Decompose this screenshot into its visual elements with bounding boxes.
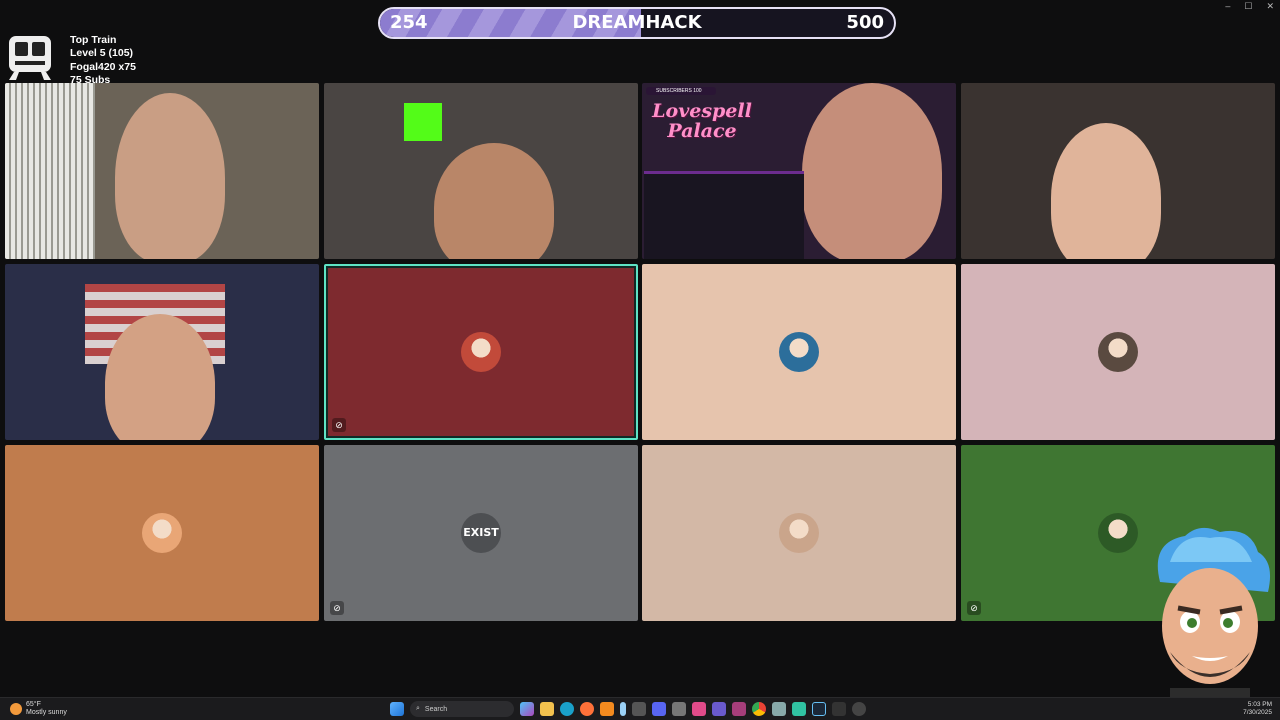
discord-icon[interactable] <box>652 702 666 716</box>
person-silhouette <box>434 143 554 259</box>
camera-feed: SUBSCRIBERS 100 Lovespell Palace <box>642 83 956 259</box>
participant-camera-tile[interactable] <box>961 83 1275 259</box>
firefox-icon[interactable] <box>580 702 594 716</box>
participant-avatar <box>142 513 182 553</box>
window-controls: – ☐ ✕ <box>1225 0 1274 12</box>
weather-temp: 65°F <box>26 701 41 708</box>
participant-avatar-tile[interactable]: ⊘ <box>324 264 638 440</box>
stream-brand-logo: Lovespell Palace <box>650 101 754 141</box>
brand-line-1: Lovespell <box>652 100 752 122</box>
participant-camera-tile[interactable]: SUBSCRIBERS 100 Lovespell Palace <box>642 83 956 259</box>
terminal-icon[interactable] <box>832 702 846 716</box>
participant-avatar <box>1098 332 1138 372</box>
avatar-label: EXIST <box>463 526 499 539</box>
participant-camera-tile[interactable] <box>324 83 638 259</box>
sun-icon <box>10 703 22 715</box>
sub-goal-bar: 254 DREAMHACK 500 <box>378 7 896 39</box>
kick-logo-wall <box>404 103 442 141</box>
train-level: Level 5 (105) <box>70 47 134 60</box>
train-top-contributor: Fogal420 x75 <box>70 60 136 73</box>
taskbar: 65°F Mostly sunny ⌕ Search 5:03 PM 7/30/… <box>0 697 1280 720</box>
camera-feed <box>5 264 319 440</box>
file-explorer-icon[interactable] <box>540 702 554 716</box>
paint-icon[interactable] <box>692 702 706 716</box>
muted-mic-icon: ⊘ <box>330 601 344 615</box>
streamlabs-icon[interactable] <box>792 702 806 716</box>
taskbar-search[interactable]: ⌕ Search <box>410 701 514 717</box>
notepad-icon[interactable] <box>620 702 626 716</box>
muted-mic-icon: ⊘ <box>332 418 346 432</box>
participant-avatar-tile[interactable] <box>5 445 319 621</box>
monitor-icon[interactable] <box>772 702 786 716</box>
system-tray-clock[interactable]: 5:03 PM 7/30/2025 <box>1243 701 1272 717</box>
calculator-icon[interactable] <box>632 702 646 716</box>
clock-date: 7/30/2025 <box>1243 709 1272 716</box>
edge-icon[interactable] <box>560 702 574 716</box>
camera-feed <box>324 83 638 259</box>
person-silhouette <box>115 93 225 259</box>
weather-desc: Mostly sunny <box>26 709 67 716</box>
participant-avatar <box>779 513 819 553</box>
minimize-icon[interactable]: – <box>1225 0 1230 12</box>
subscriber-count-overlay: SUBSCRIBERS 100 <box>646 87 716 95</box>
taskbar-apps: ⌕ Search <box>390 701 866 717</box>
sub-goal-title: DREAMHACK <box>572 12 702 33</box>
clock-time: 5:03 PM <box>1247 701 1272 708</box>
media-player-icon[interactable] <box>852 702 866 716</box>
participant-avatar-tile[interactable]: EXIST ⊘ <box>324 445 638 621</box>
person-silhouette <box>1051 123 1161 259</box>
participant-avatar: EXIST <box>461 513 501 553</box>
obs-icon[interactable] <box>712 702 726 716</box>
participant-avatar <box>779 332 819 372</box>
app-icon[interactable] <box>672 702 686 716</box>
participant-avatar-tile[interactable] <box>961 264 1275 440</box>
weather-widget[interactable]: 65°F Mostly sunny <box>10 701 67 717</box>
steam-icon[interactable] <box>812 702 826 716</box>
mini-grid-preview <box>644 171 804 259</box>
search-placeholder: Search <box>424 705 448 713</box>
participant-avatar <box>461 332 501 372</box>
slack-icon[interactable] <box>732 702 746 716</box>
window-blinds <box>5 83 95 259</box>
muted-mic-icon: ⊘ <box>967 601 981 615</box>
participant-avatar <box>1098 513 1138 553</box>
streamer-avatar-mascot <box>1157 527 1271 698</box>
person-silhouette <box>802 83 942 259</box>
participant-avatar-tile[interactable] <box>642 445 956 621</box>
brand-line-2: Palace <box>667 120 737 142</box>
participant-camera-tile[interactable] <box>5 83 319 259</box>
vlc-icon[interactable] <box>600 702 614 716</box>
search-icon: ⌕ <box>416 705 420 712</box>
sub-goal-target: 500 <box>846 12 884 33</box>
chrome-icon[interactable] <box>752 702 766 716</box>
train-icon <box>9 36 51 80</box>
camera-feed <box>961 83 1275 259</box>
close-icon[interactable]: ✕ <box>1266 0 1274 12</box>
copilot-icon[interactable] <box>520 702 534 716</box>
train-title: Top Train <box>70 34 117 46</box>
windows-start-icon[interactable] <box>390 702 404 716</box>
participant-camera-tile[interactable] <box>5 264 319 440</box>
maximize-icon[interactable]: ☐ <box>1244 0 1252 12</box>
sub-train-widget: Top Train Level 5 (105) Fogal420 x75 75 … <box>6 34 146 86</box>
camera-feed <box>5 83 319 259</box>
participant-avatar-tile[interactable] <box>642 264 956 440</box>
